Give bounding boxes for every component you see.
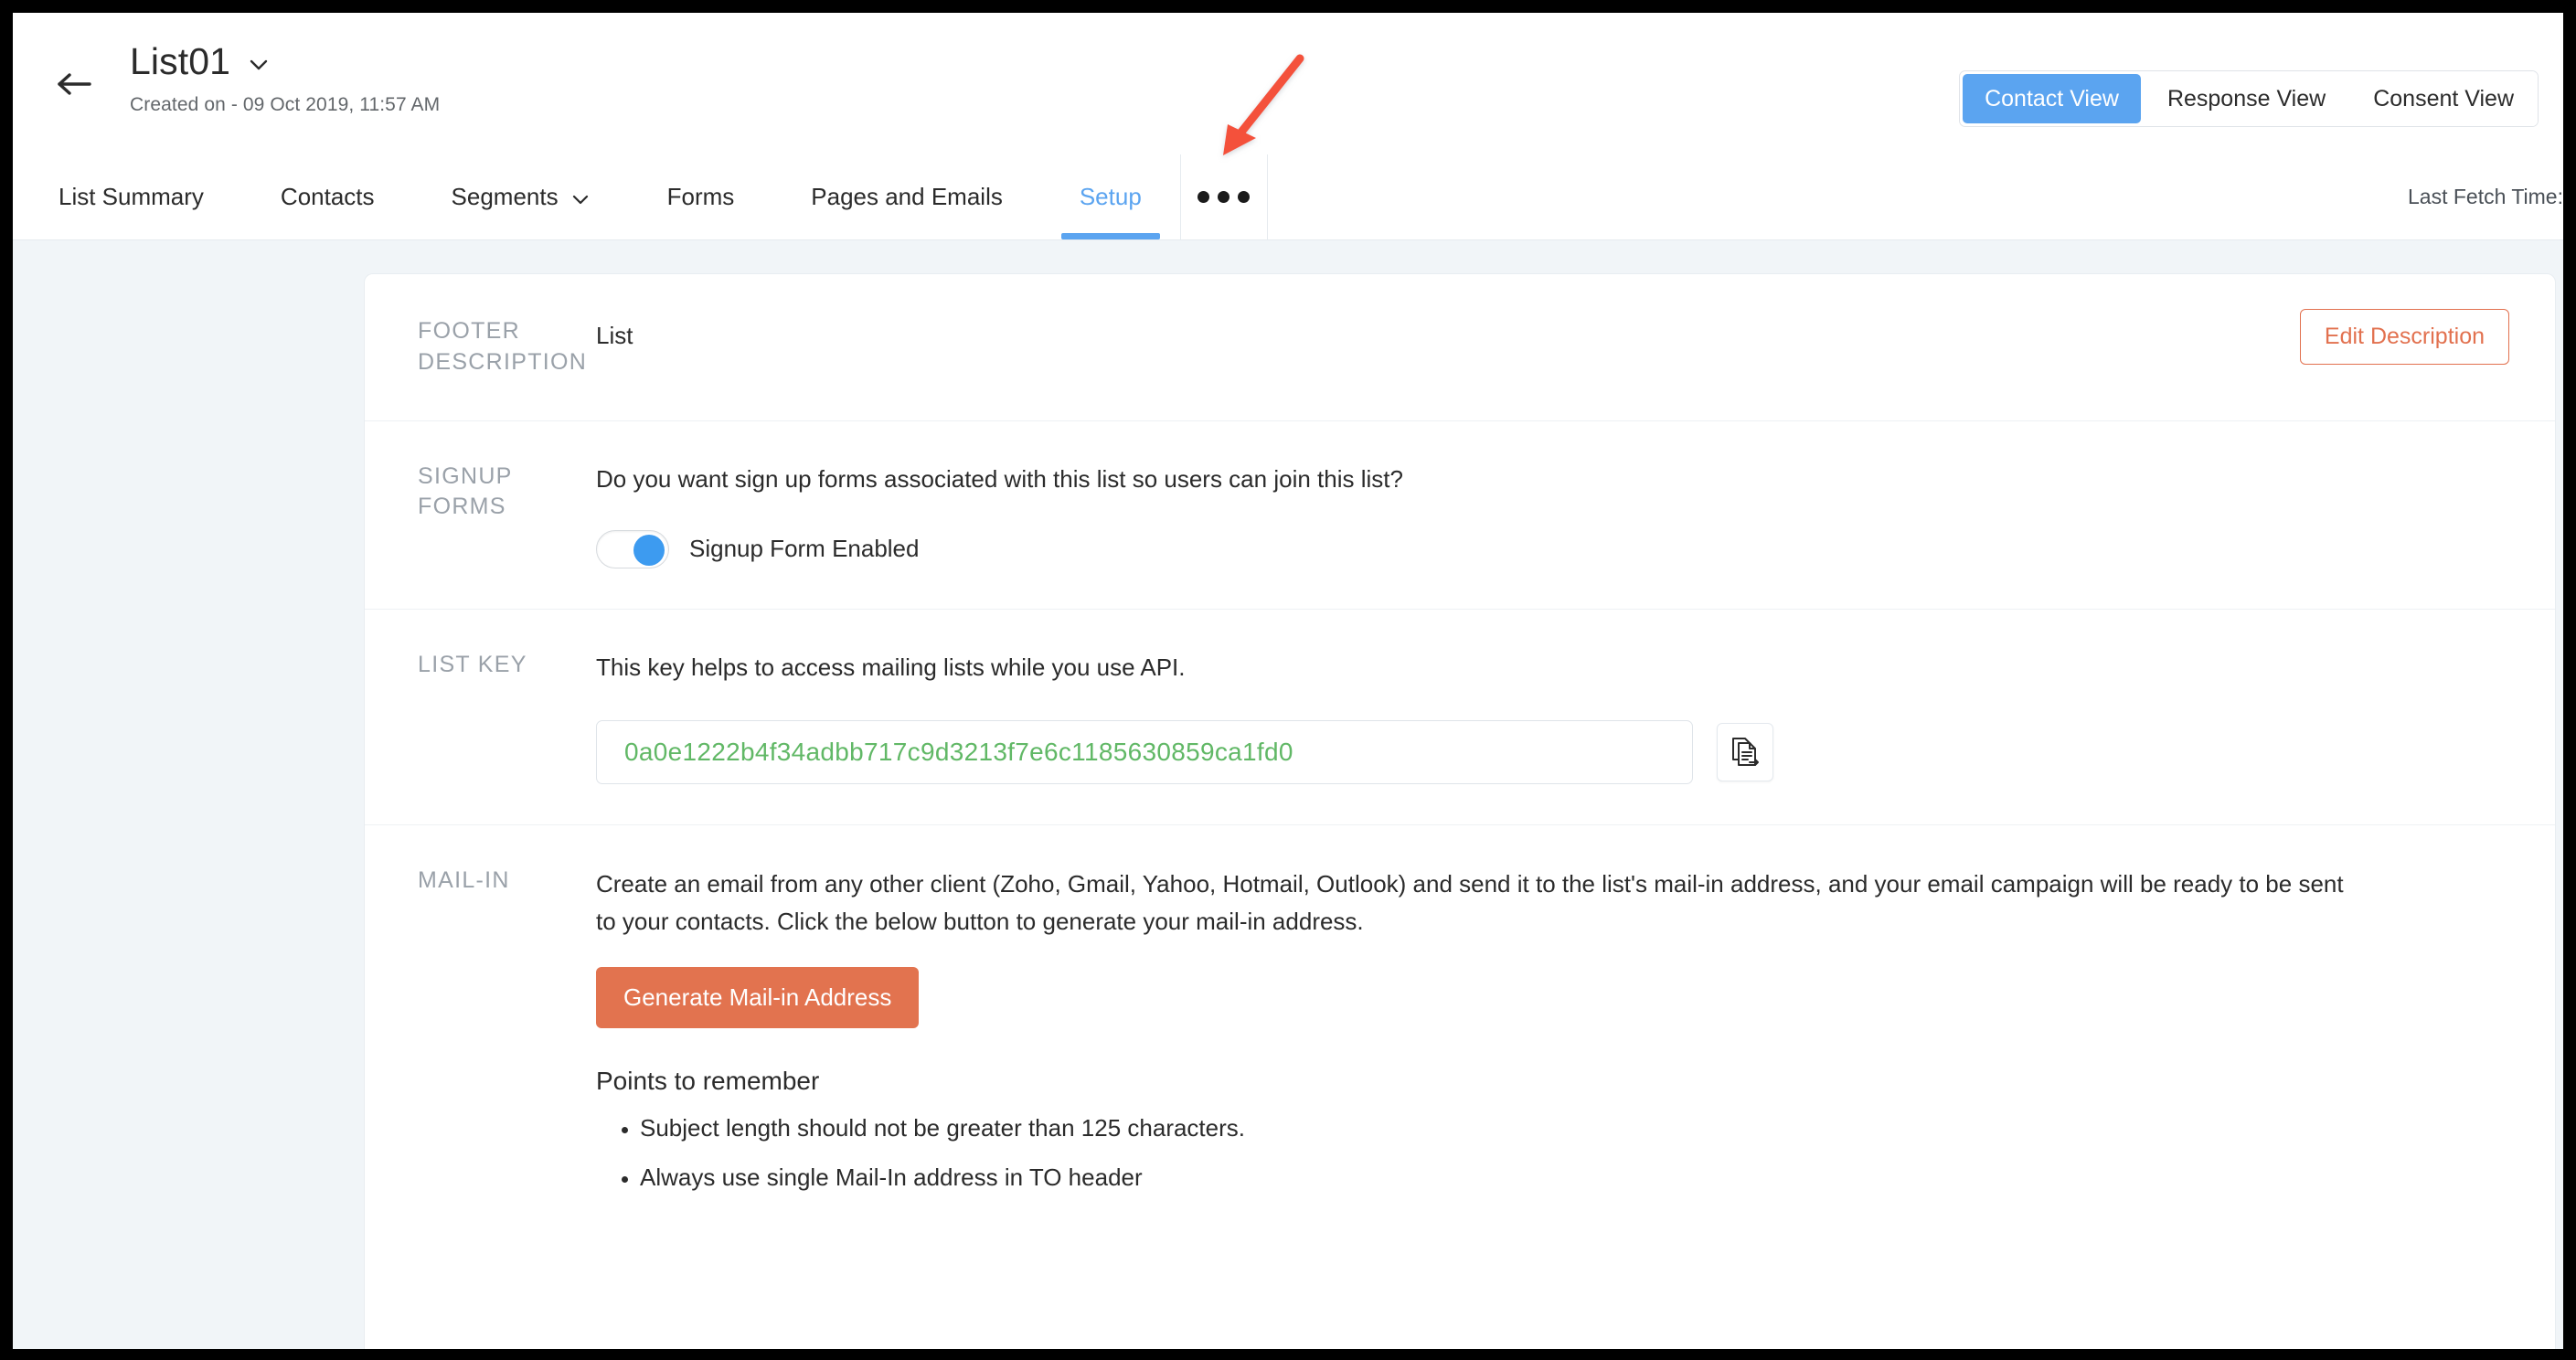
ellipsis-icon[interactable] xyxy=(1179,154,1268,239)
page-body: FOOTER DESCRIPTION List Edit Description… xyxy=(13,240,2563,1349)
last-fetch-time: Last Fetch Time: xyxy=(2407,185,2563,208)
tab-label: Contacts xyxy=(280,183,375,210)
settings-card: FOOTER DESCRIPTION List Edit Description… xyxy=(364,273,2556,1349)
tab-bar: List Summary Contacts Segments Forms Pag… xyxy=(13,154,2563,240)
signup-form-toggle[interactable] xyxy=(596,529,669,568)
chevron-down-icon xyxy=(570,187,591,207)
view-button-consent[interactable]: Consent View xyxy=(2349,71,2538,126)
signup-form-toggle-label: Signup Form Enabled xyxy=(689,535,920,562)
generate-mail-in-address-button[interactable]: Generate Mail-in Address xyxy=(596,966,920,1028)
tab-label: Pages and Emails xyxy=(811,183,1003,210)
section-mail-in: MAIL-IN Create an email from any other c… xyxy=(365,825,2555,1255)
tab-contacts[interactable]: Contacts xyxy=(242,154,413,239)
dot xyxy=(1218,191,1230,203)
signup-forms-question: Do you want sign up forms associated wit… xyxy=(596,464,1403,493)
points-to-remember-list: Subject length should not be greater tha… xyxy=(596,1116,2504,1189)
dot xyxy=(1198,191,1210,203)
tab-label: Setup xyxy=(1079,183,1142,210)
back-arrow-icon[interactable] xyxy=(55,66,95,102)
list-key-description: This key helps to access mailing lists w… xyxy=(596,653,1186,681)
points-to-remember-title: Points to remember xyxy=(596,1066,820,1095)
tab-label: Forms xyxy=(666,183,735,210)
list-item: Subject length should not be greater tha… xyxy=(640,1116,2504,1140)
copy-document-icon[interactable] xyxy=(1717,722,1773,781)
title-block: List01 Created on - 09 Oct 2019, 11:57 A… xyxy=(130,40,441,116)
page-header: List01 Created on - 09 Oct 2019, 11:57 A… xyxy=(13,13,2563,154)
list-item: Always use single Mail-In address in TO … xyxy=(640,1165,2504,1189)
tab-pages-and-emails[interactable]: Pages and Emails xyxy=(772,154,1041,239)
section-footer-description: FOOTER DESCRIPTION List Edit Description xyxy=(365,274,2555,421)
mail-in-description: Create an email from any other client (Z… xyxy=(596,869,2344,936)
tab-segments[interactable]: Segments xyxy=(413,154,629,239)
section-label: SIGNUP FORMS xyxy=(418,462,513,520)
created-on-text: Created on - 09 Oct 2019, 11:57 AM xyxy=(130,94,441,116)
app-window: List01 Created on - 09 Oct 2019, 11:57 A… xyxy=(13,13,2563,1349)
tab-label: List Summary xyxy=(59,183,204,210)
tab-label: Segments xyxy=(451,183,559,210)
toggle-knob xyxy=(633,534,665,566)
footer-description-value: List xyxy=(596,322,633,349)
section-label: MAIL-IN xyxy=(418,866,510,893)
section-label: LIST KEY xyxy=(418,651,527,677)
section-signup-forms: SIGNUP FORMS Do you want sign up forms a… xyxy=(365,421,2555,610)
tab-list-summary[interactable]: List Summary xyxy=(13,154,242,239)
section-label: FOOTER DESCRIPTION xyxy=(418,318,588,375)
view-button-response[interactable]: Response View xyxy=(2143,71,2350,126)
view-switcher: Contact View Response View Consent View xyxy=(1959,70,2539,127)
dot xyxy=(1238,191,1251,203)
list-key-input[interactable] xyxy=(596,719,1693,784)
section-list-key: LIST KEY This key helps to access mailin… xyxy=(365,610,2555,825)
tab-forms[interactable]: Forms xyxy=(629,154,773,239)
page-title: List01 xyxy=(130,40,231,82)
edit-description-button[interactable]: Edit Description xyxy=(2299,309,2509,365)
tab-setup[interactable]: Setup xyxy=(1041,154,1180,239)
view-button-contact[interactable]: Contact View xyxy=(1963,74,2141,123)
chevron-down-icon[interactable] xyxy=(247,53,271,77)
